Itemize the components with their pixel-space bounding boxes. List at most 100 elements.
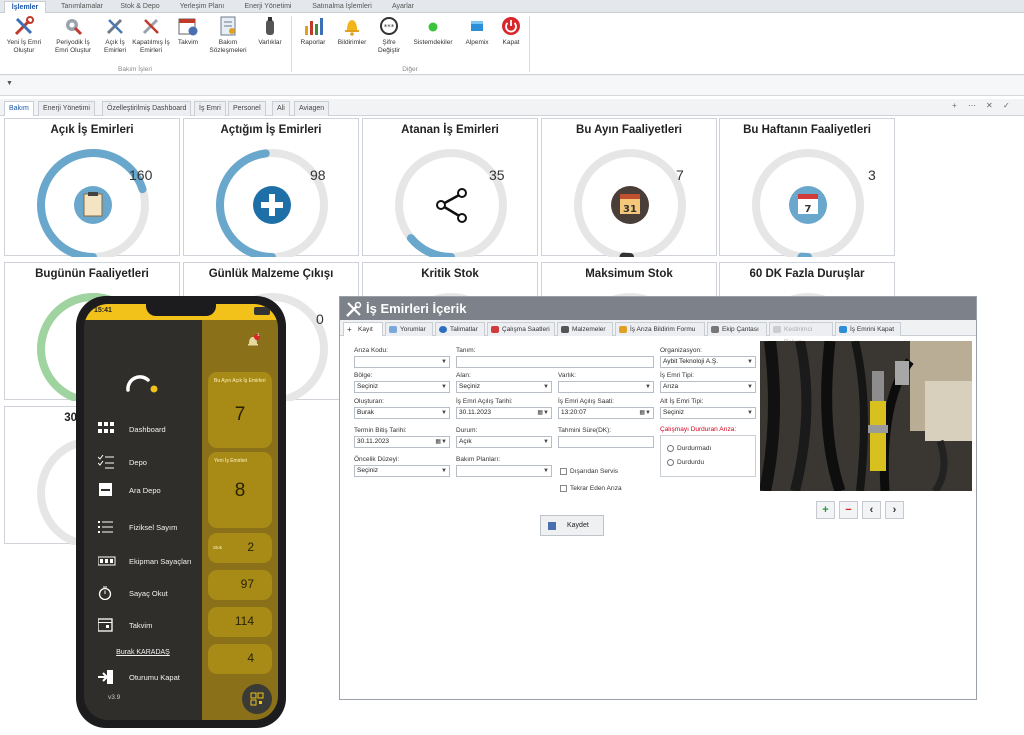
bolge-select[interactable]: Seçiniz ▼ [354,381,450,393]
dashboard-card[interactable]: Bu Haftanın Faaliyetleri 7 3 [719,118,895,257]
more-icon[interactable]: ⋯ [968,101,976,110]
phone-mini-card[interactable]: Stok 2 [208,533,272,563]
check-icon[interactable]: ✓ [1003,101,1010,110]
is-emri-tipi-select[interactable]: Arıza ▼ [660,381,756,393]
olusturan-select[interactable]: Burak ▼ [354,407,450,419]
dropdown-arrow-icon: ▼ [543,439,549,445]
mobile-phone: 15:41 1 Bu Ayın Açık İş Emirleri 7 Yeni … [76,296,286,728]
tab-personel[interactable]: Personel [228,101,266,116]
alpemix-button[interactable]: Alpemix [460,15,494,47]
phone-mini-card[interactable]: 4 [208,644,272,674]
tab-aviagen[interactable]: Aviagen [294,101,330,116]
toolbox-icon [711,326,719,333]
assets-button[interactable]: Varlıklar [254,15,286,47]
phone-card-month[interactable]: Bu Ayın Açık İş Emirleri 7 [208,372,272,448]
online-users-button[interactable]: Sistemdekiler [410,15,456,47]
gear-wrench-icon [62,15,84,37]
next-photo-button[interactable]: › [885,501,904,519]
calendar-button[interactable]: Takvim [172,15,204,47]
app-version: v3.9 [108,694,121,701]
reports-button[interactable]: Raporlar [296,15,330,47]
remove-photo-button[interactable]: − [839,501,858,519]
alpemix-label: Alpemix [465,39,489,46]
durum-label: Durum: [456,427,478,434]
ribbon-tab-ayarlar[interactable]: Ayarlar [386,1,420,13]
tanim-input[interactable] [456,356,654,368]
checkbox-tekrar-eden-ariza[interactable]: Tekrar Eden Arıza [560,485,622,492]
add-photo-button[interactable]: + [816,501,835,519]
dashboard-card[interactable]: Bu Ayın Faaliyetleri 31 7 [541,118,717,257]
field-value: Burak [357,409,374,416]
notifications-button[interactable]: Bildirimler [334,15,370,47]
dashboard-card[interactable]: Açtığım İş Emirleri 98 [183,118,359,257]
dropdown-arrow-icon: ▼ [747,410,753,416]
tab-enerji-yonetimi[interactable]: Enerji Yönetimi [38,101,95,116]
phone-card-new[interactable]: Yeni İş Emirleri 8 [208,452,272,528]
dropdown-arrow-icon: ▼ [543,468,549,474]
maintenance-contracts-button[interactable]: Bakım Sözleşmeleri [206,15,250,54]
qr-scan-button[interactable] [242,684,272,714]
add-tab-icon[interactable]: + [952,101,957,110]
user-name[interactable]: Burak KARADAŞ [84,649,202,656]
new-work-order-button[interactable]: Yeni İş Emri Oluştur [2,15,46,54]
maintenance-contracts-label: Bakım Sözleşmeleri [209,39,247,54]
open-work-orders-button[interactable]: Açık İş Emirleri [98,15,132,54]
tab-bakim[interactable]: Bakım [4,101,34,116]
save-button[interactable]: Kaydet [540,515,604,536]
briefcase-icon [839,326,847,333]
periodic-work-order-label: Periyodik İş Emri Oluştur [54,39,92,54]
alan-select[interactable]: Seçiniz ▼ [456,381,552,393]
dashboard-card[interactable]: Atanan İş Emirleri 35 [362,118,538,257]
ribbon-tab-stok-depo[interactable]: Stok & Depo [116,1,164,13]
radio-durdurdu[interactable]: Durdurdu [667,459,704,466]
wrench-check-icon [140,15,162,37]
ribbon-tab-yerlesim-plani[interactable]: Yerleşim Planı [172,1,232,13]
radio-durdurmadi[interactable]: Durdurmadı [667,445,711,452]
previous-photo-button[interactable]: ‹ [862,501,881,519]
tab-malzemeler[interactable]: Malzemeler [557,322,613,336]
alt-tip-select[interactable]: Seçiniz ▼ [660,407,756,419]
ariza-kodu-select[interactable]: ▼ [354,356,450,368]
termin-picker[interactable]: 30.11.2023 ▦▼ [354,436,450,448]
tab-ali[interactable]: Ali [272,101,290,116]
durum-select[interactable]: Açık ▼ [456,436,552,448]
bakim-planlari-select[interactable]: ▼ [456,465,552,477]
varlik-select[interactable]: ▼ [558,381,654,393]
acilis-saati-picker[interactable]: 13:20:07 ▦▼ [558,407,654,419]
tab-yorumlar[interactable]: Yorumlar [385,322,433,336]
tab-kayit[interactable]: + Kayıt [343,322,383,336]
tab-calisma-saatleri[interactable]: Çalışma Saatleri [487,322,555,336]
tab-talimatlar[interactable]: Talimatlar [435,322,485,336]
durduran-ariza-label: Çalışmayı Durduran Arıza: [660,426,737,433]
phone-mini-card[interactable]: 114 [208,607,272,637]
work-order-window: İş Emirleri İçerik + Kayıt Yorumlar Talim… [339,296,977,700]
periodic-work-order-button[interactable]: Periyodik İş Emri Oluştur [50,15,96,54]
ariza-kodu-label: Arıza Kodu: [354,347,388,354]
tab-ozellestirilmis-dashboard[interactable]: Özelleştirilmiş Dashboard [102,101,192,116]
tab-kestirimci-bakim[interactable]: Kestirimci Bakım [769,322,833,346]
tab-is-ariza-bildirim[interactable]: İş Arıza Bildirim Formu [615,322,705,336]
close-app-button[interactable]: Kapat [496,15,526,47]
tab-is-emrini-kapat[interactable]: İş Emrini Kapat [835,322,901,336]
tab-is-emri[interactable]: İş Emri [194,101,226,116]
dashboard-card[interactable]: Açık İş Emirleri 160 [4,118,180,257]
checkbox-disaridan-servis[interactable]: Dışarıdan Servis [560,468,618,475]
tab-ekip-cantasi[interactable]: Ekip Çantası [707,322,767,336]
close-icon[interactable]: ✕ [986,101,993,110]
reports-label: Raporlar [300,39,326,46]
ribbon-tab-islemler[interactable]: İşlemler [4,1,46,13]
chevron-down-icon[interactable]: ▼ [6,80,13,87]
oncelik-select[interactable]: Seçiniz ▼ [354,465,450,477]
closed-work-orders-button[interactable]: Kapatılmış İş Emirleri [132,15,170,54]
change-password-button[interactable]: *** Şifre Değiştir [372,15,406,54]
ribbon-tab-enerji-yonetimi[interactable]: Enerji Yönetimi [238,1,298,13]
ribbon-tab-satinalma[interactable]: Satınalma İşlemleri [304,1,380,13]
ribbon-tab-tanimlamalar[interactable]: Tanımlamalar [56,1,108,13]
acilis-tarihi-picker[interactable]: 30.11.2023 ▦▼ [456,407,552,419]
phone-mini-card[interactable]: 97 [208,570,272,600]
card-title: Maksimum Stok [585,268,673,280]
tahmini-sure-input[interactable] [558,436,654,448]
organizasyon-select[interactable]: Aybit Teknoloji A.Ş. ▼ [660,356,756,368]
dropdown-arrow-icon: ▼ [441,359,447,365]
qr-code-icon [250,692,264,706]
